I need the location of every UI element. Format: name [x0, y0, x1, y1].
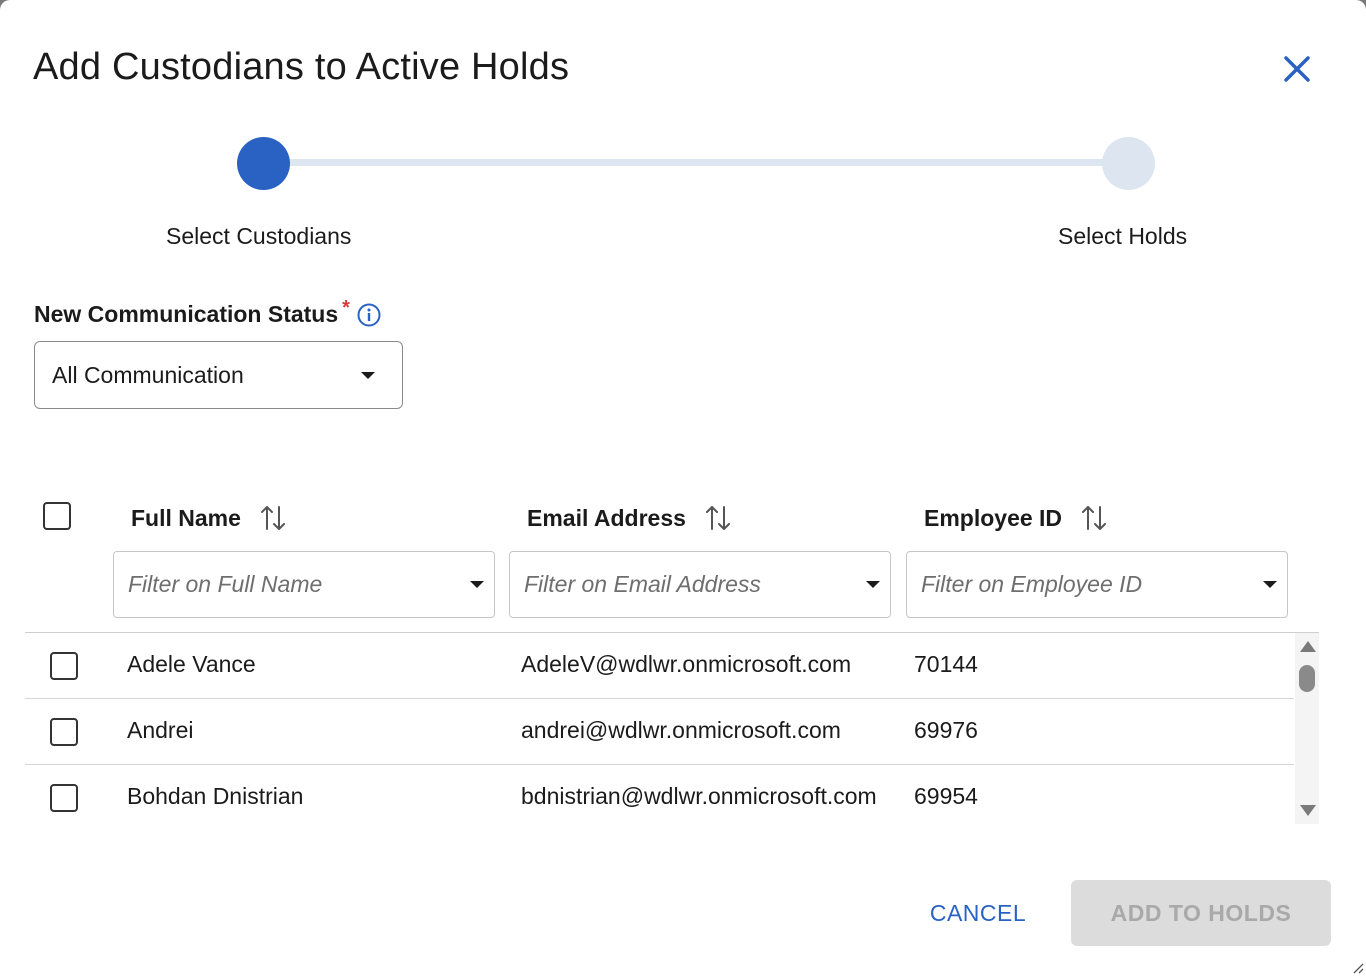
filter-employee-id[interactable]: Filter on Employee ID — [906, 551, 1288, 618]
chevron-down-icon[interactable] — [1263, 581, 1277, 588]
communication-status-label: New Communication Status * — [34, 297, 382, 328]
table-row[interactable]: Andrei andrei@wdlwr.onmicrosoft.com 6997… — [25, 699, 1294, 765]
column-header-employee-id[interactable]: Employee ID — [924, 503, 1108, 533]
sort-icon — [705, 506, 730, 530]
chevron-down-icon[interactable] — [866, 581, 880, 588]
table-row[interactable]: Adele Vance AdeleV@wdlwr.onmicrosoft.com… — [25, 633, 1294, 699]
add-custodians-dialog: Add Custodians to Active Holds Select Cu… — [0, 0, 1366, 976]
dialog-title: Add Custodians to Active Holds — [33, 46, 570, 88]
resize-grip-icon[interactable] — [1350, 960, 1364, 974]
column-header-email-address[interactable]: Email Address — [527, 503, 732, 533]
communication-status-select[interactable]: All Communication — [34, 341, 403, 409]
cell-full-name: Adele Vance — [127, 651, 256, 677]
close-icon — [1284, 56, 1310, 82]
column-header-label: Full Name — [131, 504, 241, 531]
add-to-holds-button[interactable]: ADD TO HOLDS — [1071, 880, 1331, 946]
cell-email: andrei@wdlwr.onmicrosoft.com — [521, 717, 841, 743]
chevron-down-icon — [361, 372, 375, 379]
required-indicator: * — [342, 297, 350, 319]
step-label-select-holds: Select Holds — [1058, 223, 1188, 249]
cancel-button[interactable]: CANCEL — [910, 882, 1046, 944]
chevron-down-icon[interactable] — [470, 581, 484, 588]
column-header-label: Employee ID — [924, 504, 1063, 531]
row-checkbox[interactable] — [50, 718, 78, 746]
sort-icon — [260, 506, 285, 530]
select-all-checkbox[interactable] — [43, 502, 71, 530]
filter-placeholder: Filter on Full Name — [128, 571, 323, 597]
close-button[interactable] — [1278, 50, 1316, 88]
scroll-down-arrow-icon[interactable] — [1300, 805, 1316, 816]
column-header-label: Email Address — [527, 504, 686, 531]
step-indicator-select-holds — [1102, 137, 1155, 190]
row-checkbox[interactable] — [50, 784, 78, 812]
filter-full-name[interactable]: Filter on Full Name — [113, 551, 495, 618]
step-indicator-select-custodians — [237, 137, 290, 190]
row-checkbox[interactable] — [50, 652, 78, 680]
communication-status-label-text: New Communication Status — [34, 301, 339, 327]
cell-employee-id: 69976 — [914, 717, 978, 743]
cell-employee-id: 70144 — [914, 651, 978, 677]
cell-full-name: Bohdan Dnistrian — [127, 783, 304, 809]
filter-email-address[interactable]: Filter on Email Address — [509, 551, 891, 618]
column-header-full-name[interactable]: Full Name — [131, 503, 287, 533]
info-icon[interactable] — [356, 302, 382, 328]
communication-status-value: All Communication — [52, 361, 244, 388]
table-scrollbar[interactable] — [1295, 633, 1319, 824]
cell-full-name: Andrei — [127, 717, 194, 743]
scroll-up-arrow-icon[interactable] — [1300, 641, 1316, 652]
filter-placeholder: Filter on Employee ID — [921, 571, 1143, 597]
filter-placeholder: Filter on Email Address — [524, 571, 761, 597]
cell-email: bdnistrian@wdlwr.onmicrosoft.com — [521, 783, 877, 809]
cell-email: AdeleV@wdlwr.onmicrosoft.com — [521, 651, 852, 677]
cell-employee-id: 69954 — [914, 783, 978, 809]
table-row[interactable]: Bohdan Dnistrian bdnistrian@wdlwr.onmicr… — [25, 765, 1294, 831]
scrollbar-thumb[interactable] — [1299, 665, 1315, 692]
stepper-track — [264, 159, 1128, 166]
sort-icon — [1082, 506, 1107, 530]
step-label-select-custodians: Select Custodians — [166, 223, 352, 249]
